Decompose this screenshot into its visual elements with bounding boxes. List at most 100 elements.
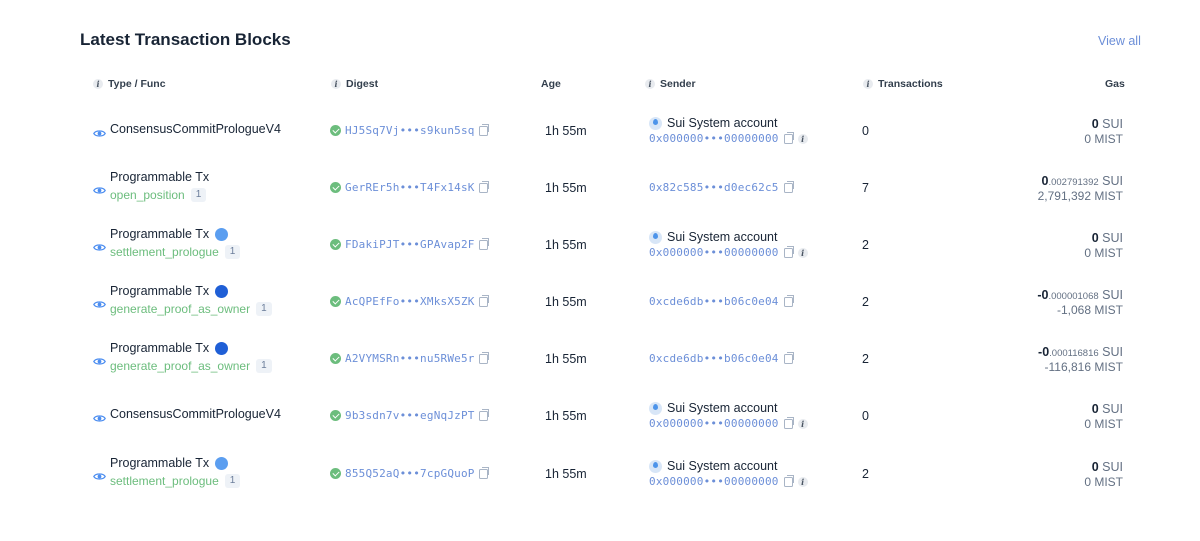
eye-icon[interactable] xyxy=(93,410,106,422)
package-logo-icon xyxy=(215,284,229,298)
success-check-icon xyxy=(330,353,341,364)
success-check-icon xyxy=(330,239,341,250)
header-type-func-label: Type / Func xyxy=(108,78,166,90)
sui-logo-icon xyxy=(215,227,229,241)
digest-cell: A2VYMSRn•••nu5RWe5r xyxy=(330,351,489,365)
info-icon[interactable]: i xyxy=(797,476,808,487)
copy-icon[interactable] xyxy=(478,466,489,479)
copy-icon[interactable] xyxy=(478,351,489,364)
gas-integer: 0 xyxy=(1091,402,1099,416)
gas-fraction: .000001068 xyxy=(1048,291,1099,302)
copy-icon[interactable] xyxy=(783,131,794,144)
gas-unit: SUI xyxy=(1102,231,1123,245)
sender-address: 0x000000•••00000000 i xyxy=(649,416,808,430)
info-icon[interactable]: i xyxy=(863,79,873,89)
transactions-count: 0 xyxy=(862,409,869,423)
gas-mist: 2,791,392 MIST xyxy=(1037,189,1123,203)
digest-cell: FDakiPJT•••GPAvap2F xyxy=(330,237,489,251)
table-row[interactable]: Programmable Tx generate_proof_as_owner 1 A… xyxy=(0,282,1200,322)
digest-link[interactable]: A2VYMSRn•••nu5RWe5r xyxy=(345,352,475,365)
sender-address-link[interactable]: 0x000000•••00000000 xyxy=(649,417,779,430)
eye-icon[interactable] xyxy=(93,239,106,251)
function-link[interactable]: generate_proof_as_owner xyxy=(110,302,250,316)
sender-address-link[interactable]: 0x82c585•••d0ec62c5 xyxy=(649,181,779,194)
sender-address-link[interactable]: 0xcde6db•••b06c0e04 xyxy=(649,295,779,308)
copy-icon[interactable] xyxy=(783,416,794,429)
eye-icon[interactable] xyxy=(93,468,106,480)
table-row[interactable]: Programmable Tx generate_proof_as_owner 1 A… xyxy=(0,339,1200,379)
tx-function: open_position 1 xyxy=(110,188,207,202)
copy-icon[interactable] xyxy=(478,294,489,307)
gas-unit: SUI xyxy=(1102,345,1123,359)
info-icon[interactable]: i xyxy=(93,79,103,89)
table-row[interactable]: ConsensusCommitPrologueV4 HJ5Sq7Vj•••s9ku… xyxy=(0,111,1200,151)
digest-link[interactable]: 855Q52aQ•••7cpGQuoP xyxy=(345,467,475,480)
sender-address-link[interactable]: 0x000000•••00000000 xyxy=(649,246,779,259)
gas-sui: 0 SUI xyxy=(1092,117,1123,131)
gas-sui: 0 SUI xyxy=(1092,402,1123,416)
digest-cell: 9b3sdn7v•••egNqJzPT xyxy=(330,408,489,422)
info-icon[interactable]: i xyxy=(797,418,808,429)
sender-address-link[interactable]: 0x000000•••00000000 xyxy=(649,132,779,145)
age-cell: 1h 55m xyxy=(545,238,587,252)
info-icon[interactable]: i xyxy=(797,133,808,144)
table-row[interactable]: Programmable Tx settlement_prologue 1 FDaki… xyxy=(0,225,1200,265)
digest-link[interactable]: AcQPEfFo•••XMksX5ZK xyxy=(345,295,475,308)
sender-address: 0xcde6db•••b06c0e04 xyxy=(649,351,794,365)
sender-name: Sui System account xyxy=(649,230,777,244)
eye-icon[interactable] xyxy=(93,125,106,137)
copy-icon[interactable] xyxy=(478,237,489,250)
copy-icon[interactable] xyxy=(783,474,794,487)
sui-logo-icon xyxy=(649,230,662,244)
gas-mist: 0 MIST xyxy=(1084,132,1123,146)
tx-type: Programmable Tx xyxy=(110,284,229,298)
page-title: Latest Transaction Blocks xyxy=(80,30,291,49)
copy-icon[interactable] xyxy=(478,180,489,193)
tx-type: Programmable Tx xyxy=(110,456,229,470)
copy-icon[interactable] xyxy=(478,408,489,421)
transactions-count: 7 xyxy=(862,181,869,195)
sender-address: 0x82c585•••d0ec62c5 xyxy=(649,180,794,194)
success-check-icon xyxy=(330,296,341,307)
table-row[interactable]: Programmable Tx open_position 1 GerREr5h•••… xyxy=(0,168,1200,208)
header-sender-label: Sender xyxy=(660,78,696,90)
copy-icon[interactable] xyxy=(783,245,794,258)
header-digest-label: Digest xyxy=(346,78,379,90)
sender-address-link[interactable]: 0x000000•••00000000 xyxy=(649,475,779,488)
tx-type-label: Programmable Tx xyxy=(110,227,210,241)
gas-integer: -0 xyxy=(1038,345,1050,359)
gas-mist: 0 MIST xyxy=(1084,475,1123,489)
digest-link[interactable]: HJ5Sq7Vj•••s9kun5sq xyxy=(345,124,475,137)
table-row[interactable]: Programmable Tx settlement_prologue 1 855Q5… xyxy=(0,454,1200,494)
tx-type-label: ConsensusCommitPrologueV4 xyxy=(110,407,281,421)
function-count-badge: 1 xyxy=(190,188,207,202)
eye-icon[interactable] xyxy=(93,182,106,194)
function-link[interactable]: generate_proof_as_owner xyxy=(110,359,250,373)
info-icon[interactable]: i xyxy=(797,247,808,258)
gas-sui: -0.000116816 SUI xyxy=(1038,345,1123,359)
copy-icon[interactable] xyxy=(783,180,794,193)
sender-name-label: Sui System account xyxy=(667,459,778,473)
function-link[interactable]: settlement_prologue xyxy=(110,245,219,259)
info-icon[interactable]: i xyxy=(331,79,341,89)
digest-link[interactable]: 9b3sdn7v•••egNqJzPT xyxy=(345,409,475,422)
view-all-link[interactable]: View all xyxy=(1098,34,1141,48)
tx-type: Programmable Tx xyxy=(110,227,229,241)
tx-function: settlement_prologue 1 xyxy=(110,474,241,488)
copy-icon[interactable] xyxy=(783,294,794,307)
sender-address-link[interactable]: 0xcde6db•••b06c0e04 xyxy=(649,352,779,365)
digest-link[interactable]: GerREr5h•••T4Fx14sK xyxy=(345,181,475,194)
table-row[interactable]: ConsensusCommitPrologueV4 9b3sdn7v•••egNq… xyxy=(0,396,1200,436)
info-icon[interactable]: i xyxy=(645,79,655,89)
eye-icon[interactable] xyxy=(93,296,106,308)
tx-type-label: Programmable Tx xyxy=(110,170,210,184)
function-link[interactable]: settlement_prologue xyxy=(110,474,219,488)
eye-icon[interactable] xyxy=(93,353,106,365)
function-count-badge: 1 xyxy=(224,474,241,488)
digest-link[interactable]: FDakiPJT•••GPAvap2F xyxy=(345,238,475,251)
copy-icon[interactable] xyxy=(478,123,489,136)
copy-icon[interactable] xyxy=(783,351,794,364)
sender-name-label: Sui System account xyxy=(667,230,778,244)
header-transactions-label: Transactions xyxy=(878,78,943,90)
function-link[interactable]: open_position xyxy=(110,188,185,202)
